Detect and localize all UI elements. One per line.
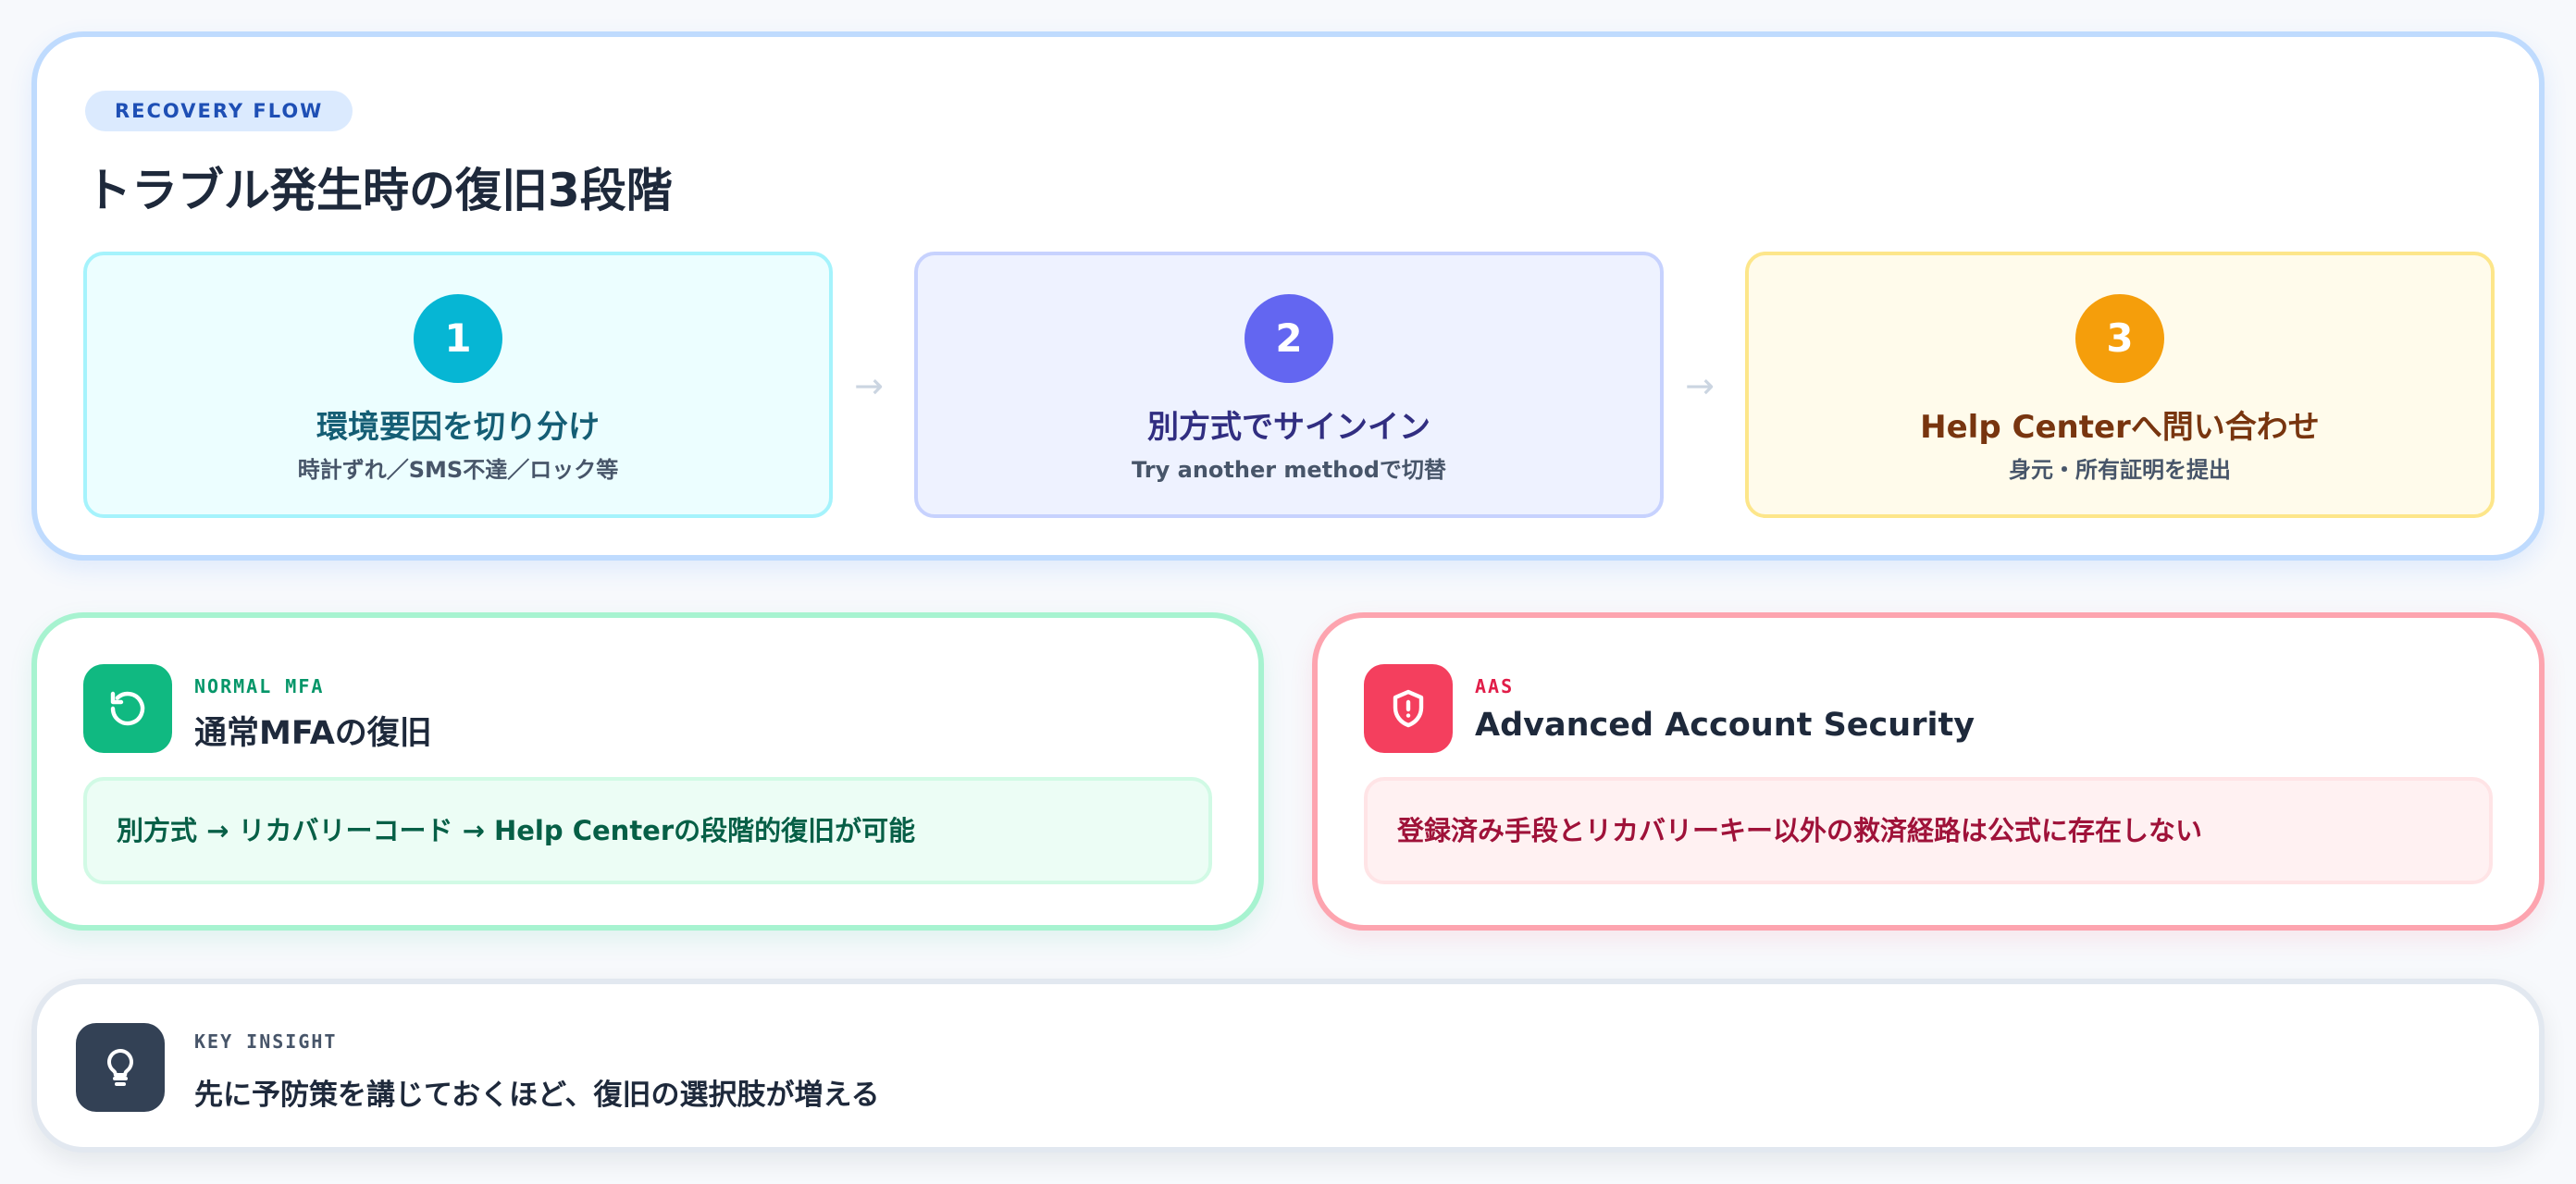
step-1-subtitle: 時計ずれ／SMS不達／ロック等 [297,457,619,483]
step-1-card: 1 環境要因を切り分け 時計ずれ／SMS不達／ロック等 [83,252,833,518]
recovery-flow-tag: RECOVERY FLOW [85,91,353,131]
key-insight-text: 先に予防策を講じておくほど、復旧の選択肢が増える [194,1079,880,1112]
recovery-flow-title: トラブル発生時の復旧3段階 [85,164,673,217]
lightbulb-icon [76,1023,165,1112]
normal-mfa-eyebrow: NORMAL MFA [194,675,325,697]
arrow-right-icon: → [1685,365,1715,406]
step-3-card: 3 Help Centerへ問い合わせ 身元・所有証明を提出 [1745,252,2495,518]
step-1-title: 環境要因を切り分け [316,409,600,446]
step-2-subtitle: Try another methodで切替 [1132,457,1446,483]
normal-mfa-note: 別方式 → リカバリーコード → Help Centerの段階的復旧が可能 [83,777,1212,884]
key-insight-card: KEY INSIGHT 先に予防策を講じておくほど、復旧の選択肢が増える [31,979,2545,1153]
step-3-subtitle: 身元・所有証明を提出 [2009,457,2231,483]
aas-note: 登録済み手段とリカバリーキー以外の救済経路は公式に存在しない [1364,777,2493,884]
refresh-icon [83,664,172,753]
arrow-right-icon: → [854,365,884,406]
step-2-card: 2 別方式でサインイン Try another methodで切替 [914,252,1664,518]
step-2-title: 別方式でサインイン [1147,409,1430,446]
step-3-number-badge: 3 [2075,294,2164,383]
recovery-flow-card: RECOVERY FLOW トラブル発生時の復旧3段階 1 環境要因を切り分け … [31,31,2545,561]
shield-alert-icon [1364,664,1453,753]
step-1-number-badge: 1 [414,294,502,383]
normal-mfa-title: 通常MFAの復旧 [194,715,432,752]
step-2-number-badge: 2 [1245,294,1333,383]
aas-card: AAS Advanced Account Security 登録済み手段とリカバ… [1312,612,2545,931]
aas-title: Advanced Account Security [1475,707,1975,744]
key-insight-eyebrow: KEY INSIGHT [194,1030,338,1053]
aas-eyebrow: AAS [1475,675,1515,697]
step-3-title: Help Centerへ問い合わせ [1920,409,2320,446]
normal-mfa-card: NORMAL MFA 通常MFAの復旧 別方式 → リカバリーコード → Hel… [31,612,1264,931]
